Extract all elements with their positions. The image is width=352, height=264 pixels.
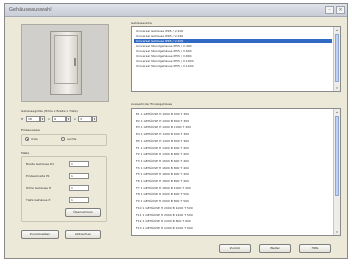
mounting-label: Einbauweise: [21, 128, 40, 132]
list-item[interactable]: F7 1 GEHÄUSE H 1800 B 1000 T 400: [134, 186, 332, 190]
list-item[interactable]: F3 1 GEHÄUSE H 1600 B 600 T 400: [134, 159, 332, 163]
back-button[interactable]: Zurück: [219, 244, 251, 253]
enclosure-scrollbar[interactable]: ▴ ▾: [333, 109, 340, 235]
list-item[interactable]: Universal Standgehäuse IP55 / V-400: [134, 44, 332, 48]
scroll-thumb[interactable]: [335, 116, 339, 196]
list-item[interactable]: E2 1 GEHÄUSE H 1000 B 800 T 300: [134, 119, 332, 123]
height-input[interactable]: 18: [26, 116, 40, 122]
reset-button[interactable]: Zurücksetzen: [21, 230, 59, 239]
size-label: Gehäusegröße (Höhe x Breite x Tiefe): [21, 109, 78, 113]
scroll-up-icon[interactable]: ▴: [334, 109, 340, 115]
series-scrollbar[interactable]: ▴ ▾: [333, 27, 340, 91]
list-item[interactable]: E4 1 GEHÄUSE H 1200 B 600 T 300: [134, 132, 332, 136]
list-item[interactable]: Universal Standgehäuse IP55 / V-800: [134, 54, 332, 58]
list-item[interactable]: F5 1 GEHÄUSE H 1800 B 600 T 400: [134, 172, 332, 176]
list-item[interactable]: E5 1 GEHÄUSE H 1200 B 800 T 300: [134, 139, 332, 143]
depth-prefix: x: [74, 117, 76, 121]
radio-left-label: links: [31, 137, 38, 141]
width-spinner[interactable]: ▾: [66, 116, 71, 122]
dialog-window: Gehäuseauswahl – × Gehäusegröße (Höhe x …: [4, 3, 348, 259]
window-title: Gehäuseauswahl: [9, 7, 52, 13]
param-label-2: Einbaubreite P1: [26, 174, 50, 178]
next-button[interactable]: Weiter: [259, 244, 291, 253]
scroll-thumb[interactable]: [335, 34, 339, 82]
list-item[interactable]: F12 1 GEHÄUSE H 2200 B 800 T 600: [134, 219, 332, 223]
param-input-1[interactable]: 1: [69, 161, 89, 167]
scroll-up-icon[interactable]: ▴: [334, 27, 340, 33]
cabinet-icon: [50, 31, 82, 95]
list-item[interactable]: Universal Standgehäuse IP55 / V-1000: [134, 59, 332, 63]
radio-right[interactable]: [61, 137, 65, 141]
param-label-3: Höhe Gehäuse H: [26, 186, 52, 190]
list-item[interactable]: F6 1 GEHÄUSE H 1800 B 800 T 400: [134, 179, 332, 183]
close-icon[interactable]: ×: [336, 6, 345, 14]
depth-input[interactable]: 3: [78, 116, 92, 122]
list-item[interactable]: F11 1 GEHÄUSE H 2000 B 1200 T 500: [134, 213, 332, 217]
list-item[interactable]: Universal Standgehäuse IP55 / V-1200: [134, 64, 332, 68]
title-bar[interactable]: Gehäuseauswahl – ×: [5, 4, 347, 17]
minimize-icon[interactable]: –: [325, 6, 334, 14]
radio-right-label: rechts: [67, 137, 77, 141]
list-item[interactable]: F10 1 GEHÄUSE H 2000 B 1000 T 500: [134, 206, 332, 210]
params-label: Maße: [21, 151, 30, 155]
scroll-down-icon[interactable]: ▾: [334, 229, 340, 235]
list-item[interactable]: E1 1 GEHÄUSE H 1000 B 600 T 300: [134, 112, 332, 116]
param-label-4: Tiefe Gehäuse P: [26, 198, 51, 202]
window-controls: – ×: [325, 6, 345, 14]
height-spinner[interactable]: ▾: [40, 116, 45, 122]
series-list-header: Gehäusereihe: [131, 21, 152, 25]
enclosure-listbox[interactable]: ▴ ▾ E1 1 GEHÄUSE H 1000 B 600 T 300 E2 1 …: [131, 108, 341, 236]
enclosure-list-header: Auswahl der Einzelgehäuse: [131, 102, 173, 106]
list-item[interactable]: F9 1 GEHÄUSE H 2000 B 800 T 500: [134, 199, 332, 203]
radio-left[interactable]: [25, 137, 29, 141]
param-input-3[interactable]: 1: [69, 185, 89, 191]
list-item[interactable]: Universal Gehäuse IP65 / V-200: [134, 39, 332, 43]
param-label-1: Breite Gehäuse R1: [26, 162, 55, 166]
list-item[interactable]: Universal Standgehäuse IP55 / V-600: [134, 49, 332, 53]
series-listbox[interactable]: ▴ ▾ Universal Gehäuse IP65 / V-100 Univer…: [131, 26, 341, 92]
list-item[interactable]: F13 1 GEHÄUSE H 2200 B 1000 T 600: [134, 226, 332, 230]
list-item[interactable]: F1 1 GEHÄUSE H 1400 B 600 T 400: [134, 146, 332, 150]
list-item[interactable]: Universal Gehäuse IP65 / V-160: [134, 34, 332, 38]
param-input-2[interactable]: 1: [69, 173, 89, 179]
list-item[interactable]: F8 1 GEHÄUSE H 2000 B 600 T 500: [134, 192, 332, 196]
width-input[interactable]: 9: [52, 116, 66, 122]
list-item[interactable]: E3 1 GEHÄUSE H 1000 B 1000 T 300: [134, 125, 332, 129]
enclosure-preview: [21, 24, 109, 102]
apply-button[interactable]: Übernehmen: [65, 208, 101, 217]
list-item[interactable]: Universal Gehäuse IP65 / V-100: [134, 29, 332, 33]
width-prefix: x: [48, 117, 50, 121]
height-prefix: H: [21, 117, 24, 121]
list-item[interactable]: F2 1 GEHÄUSE H 1400 B 800 T 400: [134, 152, 332, 156]
cabinet-handle: [74, 58, 76, 66]
scroll-down-icon[interactable]: ▾: [334, 85, 340, 91]
param-input-4[interactable]: 1: [69, 197, 89, 203]
depth-spinner[interactable]: ▾: [92, 116, 97, 122]
help-button[interactable]: Hilfe: [299, 244, 331, 253]
list-item[interactable]: F4 1 GEHÄUSE H 1600 B 800 T 400: [134, 166, 332, 170]
cancel-button[interactable]: Abbrechen: [65, 230, 101, 239]
